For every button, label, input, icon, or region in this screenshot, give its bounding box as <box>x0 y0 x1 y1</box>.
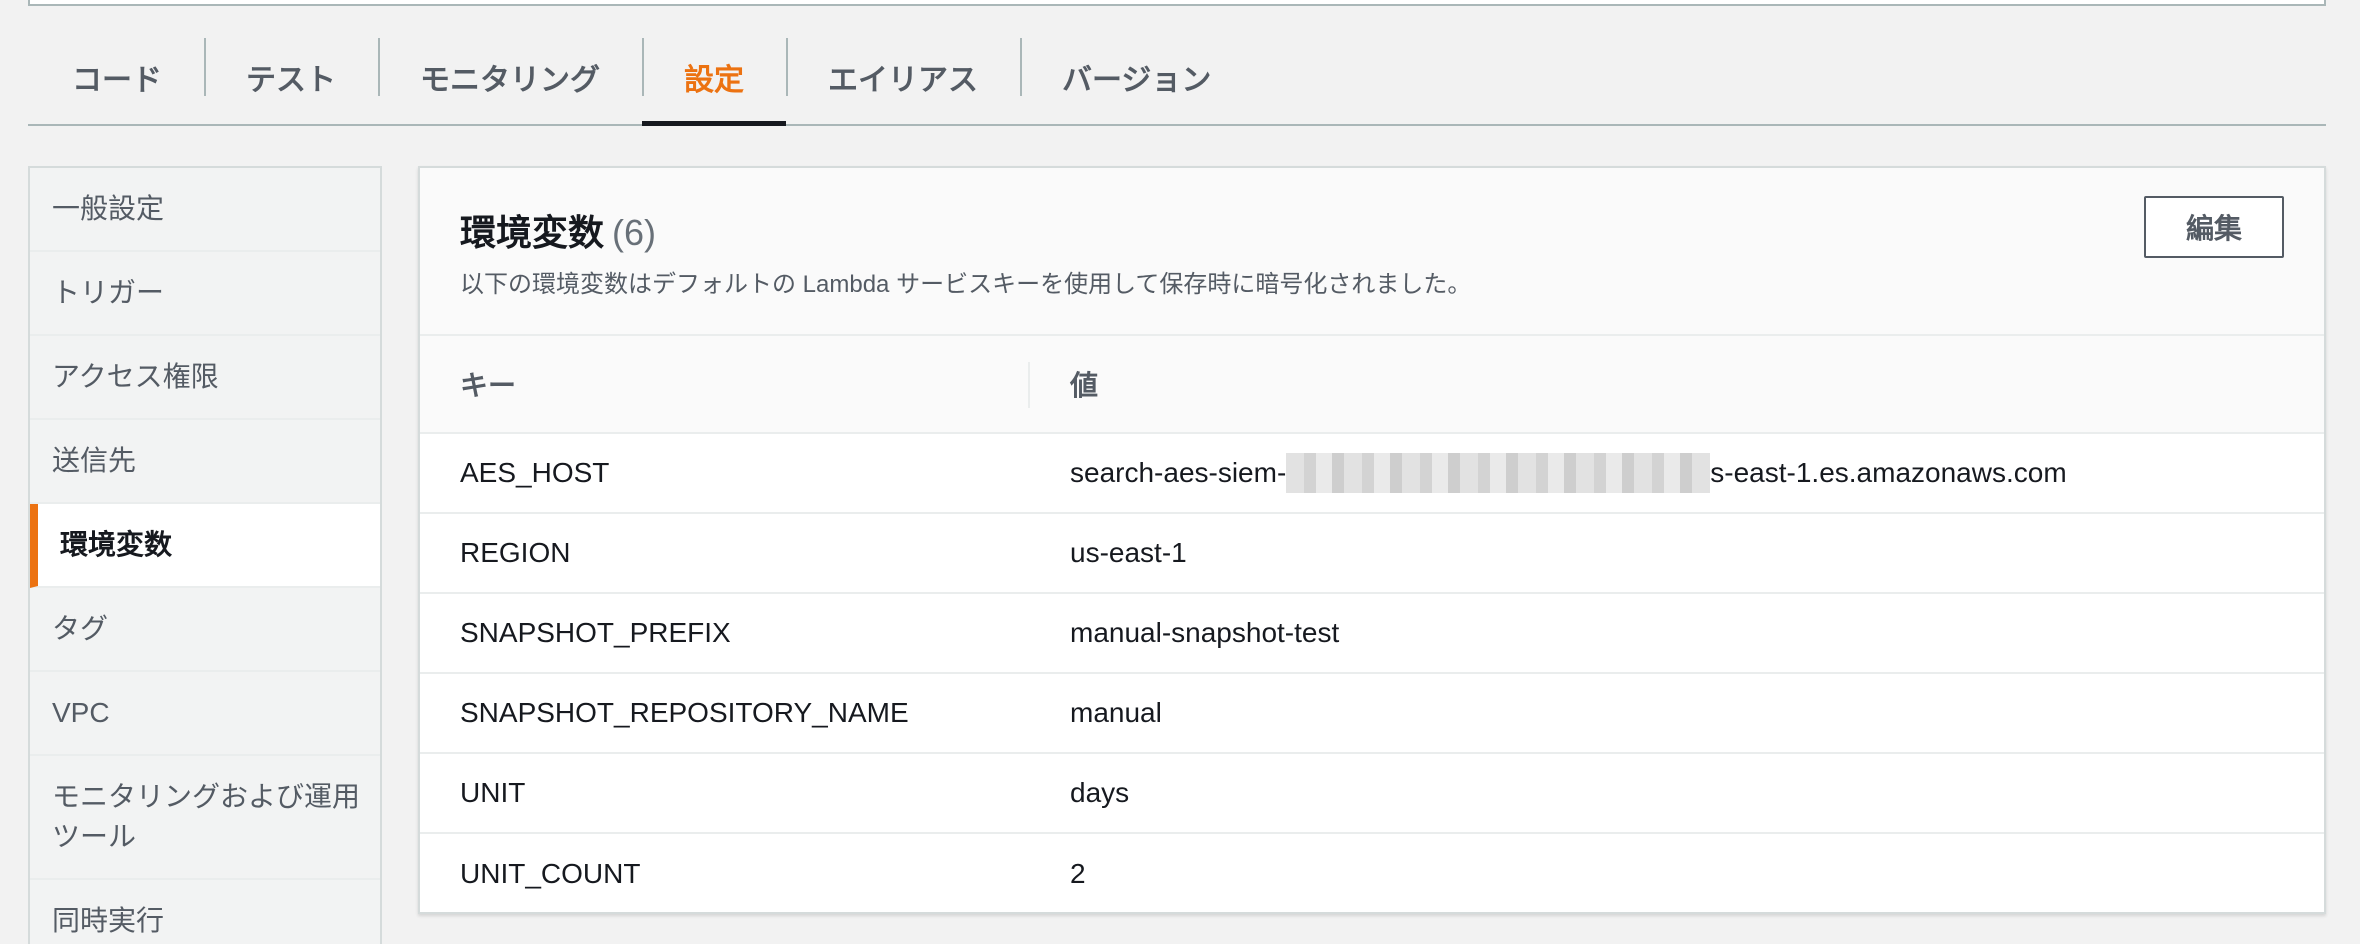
tab-aliases[interactable]: エイリアス <box>786 30 1020 124</box>
env-value: days <box>1070 777 1130 808</box>
table-row: UNIT_COUNT 2 <box>420 834 2324 914</box>
column-header-key: キー <box>420 336 1030 432</box>
env-key: UNIT_COUNT <box>460 858 641 889</box>
table-row: REGION us-east-1 <box>420 514 2324 594</box>
sidebar-item-permissions[interactable]: アクセス権限 <box>30 336 380 420</box>
config-sidebar: 一般設定 トリガー アクセス権限 送信先 環境変数 タグ VPC モニタリングお… <box>28 166 382 944</box>
environment-variables-panel: 環境変数 (6) 以下の環境変数はデフォルトの Lambda サービスキーを使用し… <box>418 166 2326 914</box>
panel-description: 以下の環境変数はデフォルトの Lambda サービスキーを使用して保存時に暗号化… <box>460 271 1472 298</box>
env-value: us-east-1 <box>1070 537 1187 568</box>
table-row: SNAPSHOT_PREFIX manual-snapshot-test <box>420 594 2324 674</box>
env-key: AES_HOST <box>460 457 610 488</box>
env-key: SNAPSHOT_PREFIX <box>460 617 731 648</box>
env-value: manual-snapshot-test <box>1070 617 1340 648</box>
env-value: search-aes-siem-s-east-1.es.amazonaws.co… <box>1030 453 2067 493</box>
variable-count: (6) <box>612 212 657 253</box>
sidebar-item-vpc[interactable]: VPC <box>30 672 380 756</box>
tab-bar: コード テスト モニタリング 設定 エイリアス バージョン <box>28 30 2326 126</box>
redacted-region <box>1286 453 1711 493</box>
sidebar-item-destinations[interactable]: 送信先 <box>30 420 380 504</box>
table-header: キー 値 <box>420 336 2324 434</box>
env-value-suffix: s-east-1.es.amazonaws.com <box>1710 457 2067 488</box>
env-key: REGION <box>460 537 571 568</box>
env-value: 2 <box>1070 858 1086 889</box>
sidebar-item-environment-variables[interactable]: 環境変数 <box>30 504 380 588</box>
sidebar-item-concurrency[interactable]: 同時実行 <box>30 880 380 944</box>
tab-code[interactable]: コード <box>28 30 204 124</box>
sidebar-item-monitoring-tools[interactable]: モニタリングおよび運用ツール <box>30 756 380 880</box>
env-key: UNIT <box>460 777 526 808</box>
panel-header: 環境変数 (6) 以下の環境変数はデフォルトの Lambda サービスキーを使用し… <box>420 168 2324 336</box>
table-row: AES_HOST search-aes-siem-s-east-1.es.ama… <box>420 434 2324 514</box>
env-value-prefix: search-aes-siem- <box>1070 457 1287 488</box>
tab-monitoring[interactable]: モニタリング <box>378 30 642 124</box>
panel-title: 環境変数 (6) <box>460 204 656 256</box>
panel-title-text: 環境変数 <box>460 212 605 253</box>
tab-test[interactable]: テスト <box>204 30 378 124</box>
env-key: SNAPSHOT_REPOSITORY_NAME <box>460 697 909 728</box>
sidebar-item-triggers[interactable]: トリガー <box>30 252 380 336</box>
tab-configuration[interactable]: 設定 <box>642 30 786 126</box>
env-value: manual <box>1070 697 1162 728</box>
tab-versions[interactable]: バージョン <box>1020 30 1253 124</box>
edit-button[interactable]: 編集 <box>2144 196 2284 258</box>
top-panel-edge <box>28 0 2326 6</box>
sidebar-item-general[interactable]: 一般設定 <box>30 168 380 252</box>
table-row: SNAPSHOT_REPOSITORY_NAME manual <box>420 674 2324 754</box>
sidebar-item-tags[interactable]: タグ <box>30 588 380 672</box>
column-header-value: 値 <box>1070 370 1099 401</box>
table-row: UNIT days <box>420 754 2324 834</box>
